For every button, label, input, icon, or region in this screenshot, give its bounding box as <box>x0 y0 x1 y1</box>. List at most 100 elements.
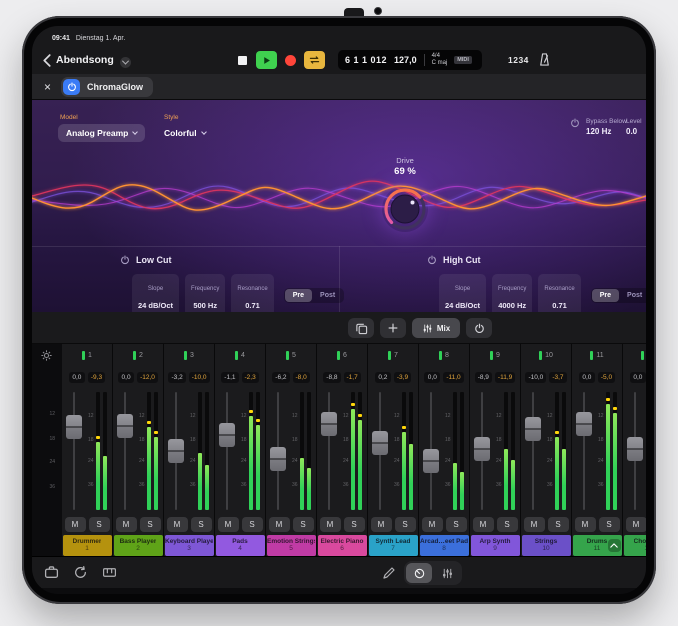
mute-button[interactable]: M <box>473 517 494 532</box>
solo-button[interactable]: S <box>89 517 110 532</box>
mute-button[interactable]: M <box>575 517 596 532</box>
fader-handle[interactable] <box>219 423 235 447</box>
style-selector[interactable]: Style Colorful <box>162 114 208 142</box>
high-cut-power-button[interactable] <box>427 255 437 265</box>
level-control[interactable]: Level 0.0 <box>626 118 646 136</box>
low-cut-resonance[interactable]: Resonance 0.71 <box>231 274 273 312</box>
channel-strip[interactable]: 3 -3,2 -10,0 12 18 24 36 <box>164 344 215 556</box>
mute-button[interactable]: M <box>371 517 392 532</box>
volume-value[interactable]: -3,9 <box>394 372 411 383</box>
solo-button[interactable]: S <box>395 517 416 532</box>
pan-value[interactable]: 0,0 <box>424 372 440 383</box>
low-cut-power-button[interactable] <box>120 255 130 265</box>
pan-value[interactable]: 0,0 <box>69 372 85 383</box>
solo-button[interactable]: S <box>344 517 365 532</box>
mute-button[interactable]: M <box>167 517 188 532</box>
channel-strip[interactable]: 1 0,0 -9,3 12 18 24 36 <box>62 344 113 556</box>
channel-strip[interactable]: 7 0,2 -3,9 12 18 24 36 <box>368 344 419 556</box>
model-selector[interactable]: Model Analog Preamp <box>58 114 145 142</box>
solo-button[interactable]: S <box>497 517 518 532</box>
bypass-below-control[interactable]: Bypass Below 120 Hz <box>570 118 627 136</box>
add-track-button[interactable] <box>380 318 406 338</box>
mute-button[interactable]: M <box>269 517 290 532</box>
channel-strip[interactable]: 8 0,0 -11,0 12 18 24 36 <box>419 344 470 556</box>
project-menu-button[interactable] <box>120 57 131 68</box>
track-name-tag[interactable]: Strings 10 <box>522 535 571 556</box>
volume-value[interactable]: -11,0 <box>443 372 463 383</box>
mute-button[interactable]: M <box>422 517 443 532</box>
fader-handle[interactable] <box>270 447 286 471</box>
stop-button[interactable] <box>238 56 247 65</box>
fader-handle[interactable] <box>372 431 388 455</box>
solo-button[interactable]: S <box>599 517 620 532</box>
volume-value[interactable]: -1,7 <box>344 372 361 383</box>
post-button[interactable]: Post <box>619 289 646 302</box>
track-name-tag[interactable]: Pads 4 <box>216 535 265 556</box>
channel-strip[interactable]: 5 -6,2 -8,0 12 18 24 36 <box>266 344 317 556</box>
volume-value[interactable]: -10,0 <box>189 372 210 383</box>
fader-handle[interactable] <box>423 449 439 473</box>
pan-value[interactable]: -8,8 <box>323 372 340 383</box>
volume-value[interactable]: -11,9 <box>495 372 515 383</box>
pre-button[interactable]: Pre <box>592 289 619 302</box>
mixer-settings-icon[interactable] <box>40 349 53 362</box>
duplicate-button[interactable] <box>348 318 374 338</box>
mute-button[interactable]: M <box>626 517 647 532</box>
pre-button[interactable]: Pre <box>285 289 312 302</box>
track-name-tag[interactable]: Chorus V 12 <box>624 535 647 556</box>
high-cut-resonance[interactable]: Resonance 0.71 <box>538 274 580 312</box>
volume-value[interactable]: -2,3 <box>242 372 259 383</box>
pan-value[interactable]: 0,0 <box>630 372 646 383</box>
volume-value[interactable]: -9,3 <box>88 372 105 383</box>
solo-button[interactable]: S <box>446 517 467 532</box>
mixer-power-button[interactable] <box>466 318 492 338</box>
channel-strip[interactable]: 12 0,0 -6,0 12 18 24 36 <box>623 344 646 556</box>
fader-handle[interactable] <box>525 417 541 441</box>
pan-value[interactable]: 0,0 <box>118 372 134 383</box>
fader-handle[interactable] <box>117 414 133 438</box>
track-name-tag[interactable]: Arp Synth 9 <box>471 535 520 556</box>
channel-strip[interactable]: 4 -1,1 -2,3 12 18 24 36 <box>215 344 266 556</box>
track-name-tag[interactable]: Keyboard Player 3 <box>165 535 214 556</box>
pan-value[interactable]: -10,0 <box>525 372 546 383</box>
pan-value[interactable]: -6,2 <box>272 372 289 383</box>
channel-strip[interactable]: 9 -8,9 -11,9 12 18 24 36 <box>470 344 521 556</box>
metronome-button[interactable] <box>537 52 552 67</box>
pan-value[interactable]: 0,0 <box>579 372 595 383</box>
fader-handle[interactable] <box>168 439 184 463</box>
channel-strip[interactable]: 10 -10,0 -3,7 12 18 24 36 <box>521 344 572 556</box>
volume-value[interactable]: -3,7 <box>549 372 566 383</box>
fader-handle[interactable] <box>474 437 490 461</box>
record-button[interactable] <box>285 55 296 66</box>
play-button[interactable] <box>256 51 277 69</box>
pan-value[interactable]: 0,2 <box>375 372 391 383</box>
track-name-tag[interactable]: Drummer 1 <box>63 535 112 556</box>
project-title[interactable]: Abendsong <box>56 54 114 66</box>
low-cut-frequency[interactable]: Frequency 500 Hz <box>185 274 225 312</box>
loop-browser-icon[interactable] <box>73 565 88 580</box>
count-in-button[interactable]: 1234 <box>508 55 529 65</box>
drive-knob[interactable] <box>382 186 428 232</box>
track-name-tag[interactable]: Emotion Strings 5 <box>267 535 316 556</box>
pencil-icon[interactable] <box>382 566 396 580</box>
browser-icon[interactable] <box>44 565 59 580</box>
mute-button[interactable]: M <box>218 517 239 532</box>
volume-value[interactable]: -5,0 <box>598 372 615 383</box>
fader-handle[interactable] <box>627 437 643 461</box>
close-plugin-button[interactable]: × <box>44 81 51 93</box>
high-cut-slope[interactable]: Slope 24 dB/Oct <box>439 274 486 312</box>
fader-handle[interactable] <box>66 415 82 439</box>
low-cut-slope[interactable]: Slope 24 dB/Oct <box>132 274 179 312</box>
plugin-power-toggle[interactable] <box>63 79 80 95</box>
solo-button[interactable]: S <box>548 517 569 532</box>
high-cut-frequency[interactable]: Frequency 4000 Hz <box>492 274 532 312</box>
cycle-button[interactable] <box>304 51 325 69</box>
fader-handle[interactable] <box>321 412 337 436</box>
mute-button[interactable]: M <box>320 517 341 532</box>
solo-button[interactable]: S <box>191 517 212 532</box>
solo-button[interactable]: S <box>293 517 314 532</box>
fader-handle[interactable] <box>576 412 592 436</box>
channel-strip[interactable]: 2 0,0 -12,0 12 18 24 36 <box>113 344 164 556</box>
lcd-display[interactable]: 6 1 1 012 127,0 4/4 C maj MIDI <box>338 50 482 70</box>
track-name-tag[interactable]: Bass Player 2 <box>114 535 163 556</box>
